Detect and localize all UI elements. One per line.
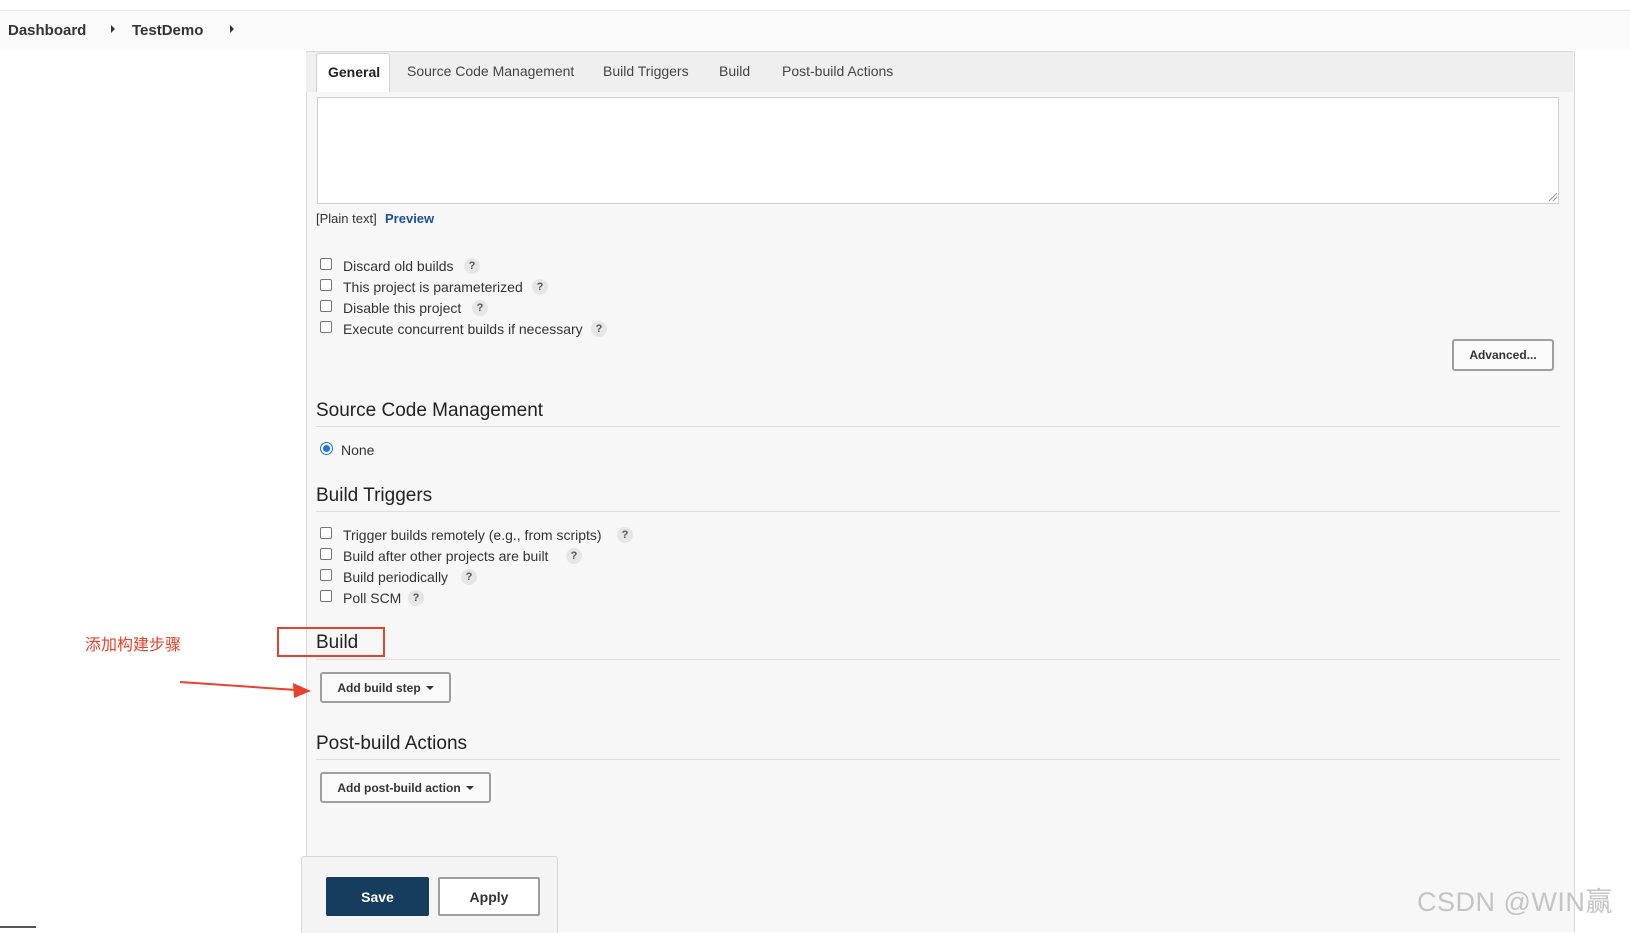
- add-build-step-button[interactable]: Add build step: [320, 672, 451, 703]
- concurrent-builds-label: Execute concurrent builds if necessary: [343, 321, 583, 337]
- resize-handle-icon[interactable]: [1549, 193, 1557, 201]
- trigger-remote-label: Trigger builds remotely (e.g., from scri…: [343, 527, 602, 543]
- help-icon[interactable]: ?: [472, 300, 488, 316]
- scm-none-label: None: [341, 442, 375, 458]
- trigger-remote-checkbox[interactable]: [320, 527, 332, 539]
- scm-section-title: Source Code Management: [316, 400, 544, 421]
- tab-source-code-management[interactable]: Source Code Management: [407, 63, 574, 79]
- build-periodically-label: Build periodically: [343, 569, 449, 585]
- tab-build-triggers[interactable]: Build Triggers: [603, 63, 689, 79]
- help-icon[interactable]: ?: [464, 258, 480, 274]
- description-textarea[interactable]: [317, 97, 1559, 204]
- build-after-other-label: Build after other projects are built: [343, 548, 549, 564]
- annotation-highlight-box: [277, 627, 385, 657]
- breadcrumb: [0, 12, 1630, 50]
- save-button[interactable]: Save: [326, 877, 429, 916]
- poll-scm-label: Poll SCM: [343, 590, 402, 606]
- caret-down-icon: [465, 786, 474, 791]
- section-divider: [316, 759, 1560, 760]
- post-build-section-title: Post-build Actions: [316, 733, 468, 754]
- build-after-other-checkbox[interactable]: [320, 548, 332, 560]
- discard-old-builds-label: Discard old builds: [343, 258, 454, 274]
- annotation-arrow-icon: [179, 681, 311, 698]
- advanced-button[interactable]: Advanced...: [1452, 339, 1554, 371]
- disable-project-checkbox[interactable]: [320, 300, 332, 312]
- help-icon[interactable]: ?: [617, 527, 633, 543]
- section-divider: [316, 511, 1560, 512]
- build-triggers-section-title: Build Triggers: [316, 485, 433, 506]
- build-periodically-checkbox[interactable]: [320, 569, 332, 581]
- tab-post-build-actions[interactable]: Post-build Actions: [782, 63, 893, 79]
- add-post-build-action-button[interactable]: Add post-build action: [320, 772, 491, 803]
- apply-button[interactable]: Apply: [438, 877, 540, 916]
- section-divider: [316, 426, 1560, 427]
- help-icon[interactable]: ?: [591, 321, 607, 337]
- help-icon[interactable]: ?: [532, 279, 548, 295]
- watermark: CSDN @WIN赢: [1417, 887, 1613, 917]
- scm-none-radio[interactable]: [320, 442, 333, 455]
- breadcrumb-dashboard[interactable]: Dashboard: [8, 22, 86, 39]
- top-divider: [0, 10, 1630, 11]
- annotation-text: 添加构建步骤: [85, 637, 182, 654]
- preview-link[interactable]: Preview: [385, 211, 434, 226]
- chevron-right-icon[interactable]: [230, 25, 234, 33]
- help-icon[interactable]: ?: [408, 590, 424, 606]
- tab-build[interactable]: Build: [719, 63, 750, 79]
- format-label: [Plain text]: [316, 211, 377, 226]
- bottom-divider: [0, 926, 36, 928]
- discard-old-builds-checkbox[interactable]: [320, 258, 332, 270]
- section-divider: [316, 659, 1560, 660]
- breadcrumb-testdemo[interactable]: TestDemo: [132, 22, 203, 39]
- tab-general[interactable]: General: [316, 53, 390, 92]
- concurrent-builds-checkbox[interactable]: [320, 321, 332, 333]
- help-icon[interactable]: ?: [461, 569, 477, 585]
- poll-scm-checkbox[interactable]: [320, 590, 332, 602]
- chevron-right-icon[interactable]: [111, 25, 115, 33]
- parameterized-checkbox[interactable]: [320, 279, 332, 291]
- disable-project-label: Disable this project: [343, 300, 462, 316]
- caret-down-icon: [425, 686, 434, 691]
- parameterized-label: This project is parameterized: [343, 279, 523, 295]
- help-icon[interactable]: ?: [566, 548, 582, 564]
